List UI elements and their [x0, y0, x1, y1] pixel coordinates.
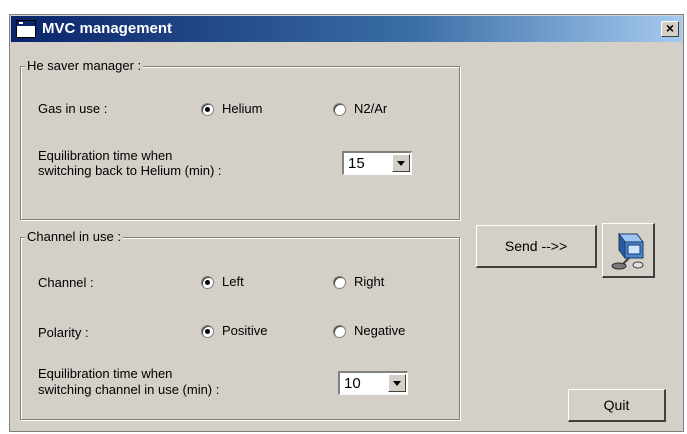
- radio-n2ar-label[interactable]: N2/Ar: [354, 101, 387, 116]
- channel-equil-time-dropdown[interactable]: 10: [338, 371, 408, 395]
- window-title: MVC management: [42, 20, 173, 37]
- gas-in-use-label: Gas in use :: [38, 101, 108, 116]
- radio-left-label[interactable]: Left: [222, 274, 244, 289]
- radio-left[interactable]: [201, 276, 214, 289]
- chevron-down-icon[interactable]: [392, 154, 410, 172]
- quit-button[interactable]: Quit: [568, 389, 666, 422]
- mvc-management-window: MVC management × He saver manager : Gas …: [9, 14, 684, 432]
- he-equil-label-line1: Equilibration time when: [38, 148, 173, 163]
- channel-label: Channel :: [38, 275, 94, 290]
- polarity-label: Polarity :: [38, 325, 89, 340]
- send-button-label: Send -->>: [504, 238, 568, 254]
- title-bar[interactable]: MVC management ×: [11, 16, 682, 42]
- channel-equil-label-line2: switching channel in use (min) :: [38, 382, 220, 397]
- radio-right[interactable]: [333, 276, 346, 289]
- network-computer-button[interactable]: [602, 223, 655, 278]
- he-equil-time-value: 15: [348, 155, 365, 172]
- radio-negative[interactable]: [333, 325, 346, 338]
- radio-helium[interactable]: [201, 103, 214, 116]
- radio-right-label[interactable]: Right: [354, 274, 384, 289]
- channel-equil-label-line1: Equilibration time when: [38, 366, 173, 381]
- radio-negative-label[interactable]: Negative: [354, 323, 405, 338]
- he-equil-time-dropdown[interactable]: 15: [342, 151, 412, 175]
- chevron-down-icon[interactable]: [388, 374, 406, 392]
- channel-equil-time-value: 10: [344, 375, 361, 392]
- radio-positive-label[interactable]: Positive: [222, 323, 268, 338]
- network-computer-icon: [611, 232, 644, 270]
- send-button[interactable]: Send -->>: [476, 225, 597, 268]
- quit-button-label: Quit: [603, 397, 630, 413]
- radio-helium-label[interactable]: Helium: [222, 101, 262, 116]
- he-equil-label-line2: switching back to Helium (min) :: [38, 163, 222, 178]
- channel-group: Channel in use : Channel : Left Right Po…: [20, 229, 460, 420]
- radio-n2ar[interactable]: [333, 103, 346, 116]
- window-icon: [16, 20, 36, 38]
- close-button[interactable]: ×: [661, 21, 679, 37]
- he-saver-group: He saver manager : Gas in use : Helium N…: [20, 58, 460, 220]
- channel-legend: Channel in use :: [25, 229, 123, 244]
- radio-positive[interactable]: [201, 325, 214, 338]
- he-saver-legend: He saver manager :: [25, 58, 144, 73]
